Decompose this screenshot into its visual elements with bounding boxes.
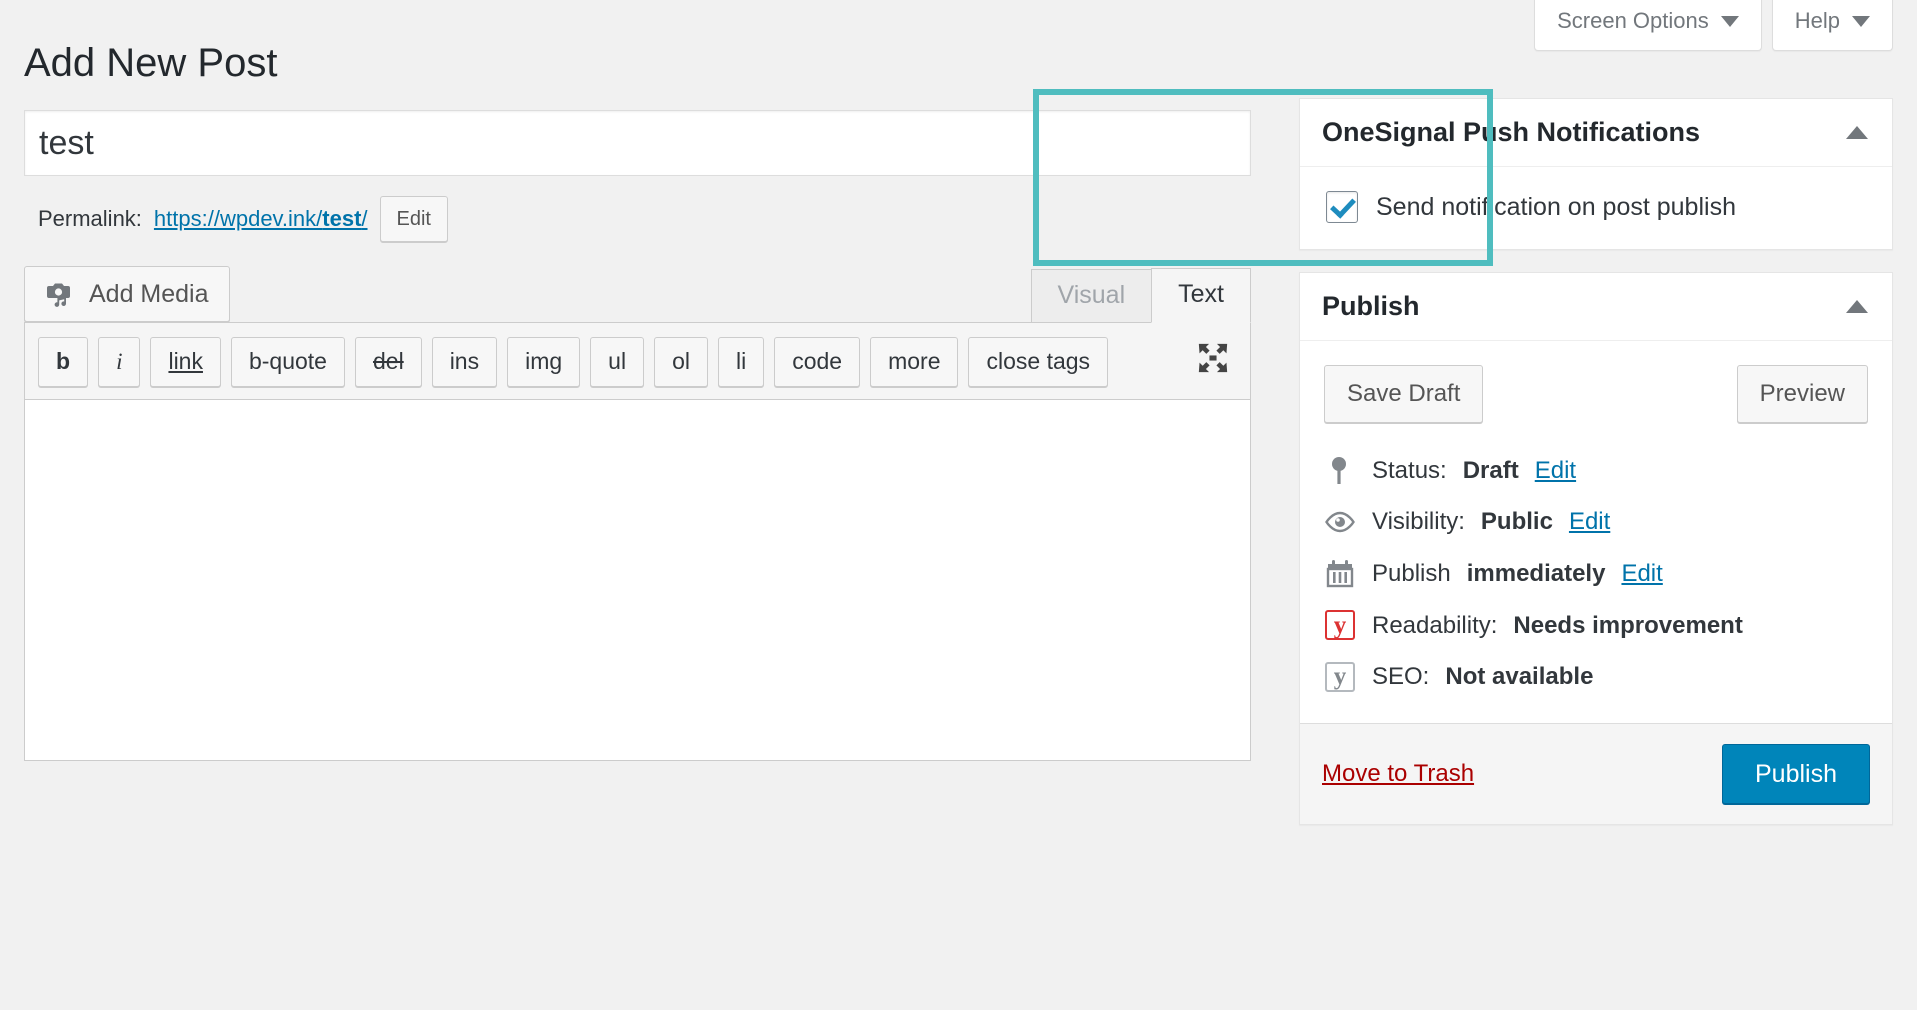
readability-prefix: Readability: bbox=[1372, 609, 1497, 643]
quicktag-ul[interactable]: ul bbox=[590, 337, 644, 387]
editor-wrap: Add Media Visual Text b i link b-quote d… bbox=[24, 266, 1251, 761]
send-notification-label: Send notification on post publish bbox=[1376, 193, 1736, 222]
publish-box-body: Save Draft Preview Status: Draft Edit bbox=[1300, 341, 1892, 723]
quicktag-ol[interactable]: ol bbox=[654, 337, 708, 387]
edit-permalink-button[interactable]: Edit bbox=[380, 196, 448, 242]
fullscreen-expand-icon[interactable] bbox=[1196, 341, 1230, 375]
seo-value: Not available bbox=[1445, 660, 1593, 694]
move-to-trash-link[interactable]: Move to Trash bbox=[1322, 760, 1474, 788]
publish-box-header: Publish bbox=[1300, 273, 1892, 341]
major-publishing-actions: Move to Trash Publish bbox=[1300, 723, 1892, 825]
tab-visual[interactable]: Visual bbox=[1031, 269, 1153, 323]
publish-date-row: Publish immediately Edit bbox=[1322, 548, 1870, 600]
readability-value: Needs improvement bbox=[1513, 609, 1742, 643]
minor-publishing-actions: Save Draft Preview bbox=[1322, 361, 1870, 445]
quicktag-ins[interactable]: ins bbox=[432, 337, 497, 387]
yoast-readability-icon: y bbox=[1324, 609, 1356, 641]
post-content-textarea[interactable] bbox=[24, 400, 1251, 761]
publish-date-prefix: Publish bbox=[1372, 557, 1451, 591]
toggle-up-icon[interactable] bbox=[1846, 126, 1868, 139]
quicktag-b[interactable]: b bbox=[38, 337, 88, 387]
send-notification-checkbox[interactable] bbox=[1326, 191, 1358, 223]
publish-box: Publish Save Draft Preview Stat bbox=[1299, 272, 1893, 825]
seo-prefix: SEO: bbox=[1372, 660, 1429, 694]
wordpress-add-new-post-screen: Screen Options Help Add New Post Permali… bbox=[0, 0, 1917, 1010]
quicktag-b-quote[interactable]: b-quote bbox=[231, 337, 345, 387]
permalink-row: Permalink: https://wpdev.ink/test/ Edit bbox=[38, 196, 1275, 242]
visibility-row: Visibility: Public Edit bbox=[1322, 496, 1870, 548]
onesignal-push-notifications-box: OneSignal Push Notifications Send notifi… bbox=[1299, 98, 1893, 250]
seo-row: y SEO: Not available bbox=[1322, 651, 1870, 703]
post-title-input[interactable] bbox=[24, 110, 1251, 176]
editor-mode-tabs: Visual Text bbox=[1032, 267, 1252, 322]
onesignal-box-body: Send notification on post publish bbox=[1300, 167, 1892, 249]
add-media-label: Add Media bbox=[89, 279, 209, 309]
post-editor-column: Add New Post Permalink: https://wpdev.in… bbox=[0, 0, 1275, 1010]
save-draft-button[interactable]: Save Draft bbox=[1324, 365, 1483, 423]
publish-button[interactable]: Publish bbox=[1722, 744, 1870, 805]
permalink-url-prefix: https://wpdev.ink/ bbox=[154, 206, 322, 231]
visibility-value: Public bbox=[1481, 505, 1553, 539]
pin-icon bbox=[1324, 455, 1356, 487]
calendar-icon bbox=[1324, 558, 1356, 590]
quicktag-more[interactable]: more bbox=[870, 337, 958, 387]
yoast-seo-icon: y bbox=[1324, 661, 1356, 693]
preview-button[interactable]: Preview bbox=[1737, 365, 1868, 423]
camera-media-icon bbox=[45, 281, 75, 307]
publish-date-value: immediately bbox=[1467, 557, 1606, 591]
permalink-slug: test bbox=[322, 206, 361, 231]
quicktag-li[interactable]: li bbox=[718, 337, 764, 387]
page-title: Add New Post bbox=[0, 0, 1275, 110]
onesignal-box-header: OneSignal Push Notifications bbox=[1300, 99, 1892, 167]
send-notification-checkbox-row[interactable]: Send notification on post publish bbox=[1322, 187, 1870, 229]
media-and-tabs-row: Add Media Visual Text bbox=[24, 266, 1251, 322]
quicktags-toolbar: b i link b-quote del ins img ul ol li co… bbox=[24, 322, 1251, 400]
visibility-edit-link[interactable]: Edit bbox=[1569, 505, 1610, 539]
onesignal-box-title: OneSignal Push Notifications bbox=[1322, 115, 1700, 150]
post-sidebar-column: OneSignal Push Notifications Send notifi… bbox=[1275, 0, 1917, 1010]
status-edit-link[interactable]: Edit bbox=[1535, 454, 1576, 488]
readability-row: y Readability: Needs improvement bbox=[1322, 600, 1870, 652]
permalink-url-suffix: / bbox=[361, 206, 367, 231]
publish-date-edit-link[interactable]: Edit bbox=[1621, 557, 1662, 591]
permalink-link[interactable]: https://wpdev.ink/test/ bbox=[154, 206, 368, 232]
status-row: Status: Draft Edit bbox=[1322, 445, 1870, 497]
visibility-prefix: Visibility: bbox=[1372, 505, 1465, 539]
permalink-label: Permalink: bbox=[38, 206, 142, 232]
quicktag-link[interactable]: link bbox=[150, 337, 221, 387]
quicktag-close-tags[interactable]: close tags bbox=[968, 337, 1108, 387]
quicktag-code[interactable]: code bbox=[774, 337, 860, 387]
status-prefix: Status: bbox=[1372, 454, 1447, 488]
quicktag-del[interactable]: del bbox=[355, 337, 422, 387]
status-value: Draft bbox=[1463, 454, 1519, 488]
quicktag-img[interactable]: img bbox=[507, 337, 580, 387]
add-media-button[interactable]: Add Media bbox=[24, 266, 230, 322]
toggle-up-icon[interactable] bbox=[1846, 300, 1868, 313]
tab-text[interactable]: Text bbox=[1151, 268, 1251, 323]
quicktag-i[interactable]: i bbox=[98, 337, 140, 387]
publish-box-title: Publish bbox=[1322, 289, 1420, 324]
eye-icon bbox=[1324, 506, 1356, 538]
